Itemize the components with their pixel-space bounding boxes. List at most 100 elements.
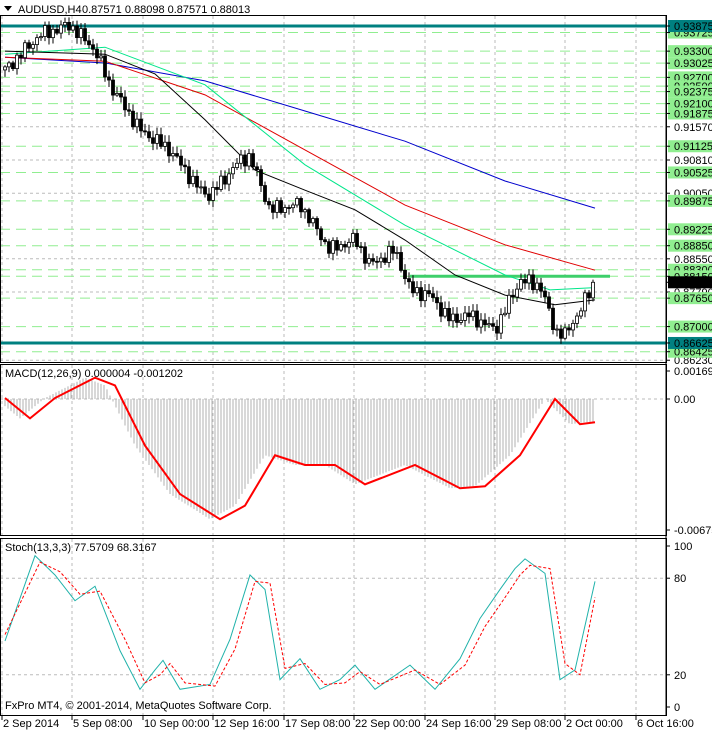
candle-body	[227, 173, 231, 185]
candle-body	[579, 310, 583, 317]
dropdown-arrow-icon[interactable]	[4, 6, 12, 11]
candle-body	[195, 175, 199, 188]
candle-body	[475, 310, 479, 328]
price-levels	[0, 24, 666, 353]
candle-body	[131, 110, 135, 128]
candle-body	[103, 55, 107, 78]
candle-body	[95, 48, 99, 59]
candle-body	[443, 308, 447, 317]
candle-body	[575, 315, 579, 324]
candle-body	[543, 290, 547, 298]
candle-body	[163, 141, 167, 147]
candle-body	[7, 62, 11, 68]
candle-body	[235, 162, 239, 168]
level-price-label: 0.93025	[674, 58, 712, 70]
candle-body	[43, 25, 47, 37]
candle-body	[55, 28, 59, 34]
candle-body	[223, 175, 227, 185]
candle-body	[291, 204, 295, 209]
moving-averages	[4, 46, 596, 306]
ma-black-line	[4, 50, 596, 306]
candle-body	[155, 134, 159, 144]
candle-body	[199, 186, 203, 189]
candle-body	[179, 155, 183, 166]
candle-body	[415, 287, 419, 294]
candle-body	[459, 319, 463, 323]
time-label: 2 Sep 2014	[3, 718, 59, 730]
candle-body	[587, 292, 591, 299]
candle-body	[439, 302, 443, 317]
candle-body	[407, 278, 411, 283]
candle-body	[563, 327, 567, 339]
candle-body	[527, 274, 531, 284]
candle-body	[511, 294, 515, 298]
candle-body	[139, 118, 143, 132]
symbol-label: AUDUSD,H4	[18, 4, 82, 16]
candle-body	[303, 209, 307, 213]
candle-body	[259, 169, 263, 186]
level-price-label: 0.91875	[674, 108, 712, 120]
candle-body	[219, 175, 223, 190]
candle-body	[115, 93, 119, 96]
candle-body	[339, 244, 343, 251]
level-price-label: 0.93300	[674, 46, 712, 58]
price-axis: 0.915700.908100.900500.885500.877900.862…	[665, 15, 712, 716]
time-label: 24 Sep 16:00	[426, 718, 491, 730]
ma-red-line	[4, 56, 596, 271]
candle-body	[83, 28, 87, 42]
major-level-price-label: 0.93875	[674, 21, 712, 33]
candle-body	[299, 198, 303, 213]
candle-body	[255, 166, 259, 171]
candle-body	[519, 279, 523, 290]
candle-body	[287, 207, 291, 209]
time-label: 2 Oct 00:00	[566, 718, 623, 730]
candle-body	[375, 260, 379, 263]
candle-body	[379, 257, 383, 263]
candle-body	[239, 154, 243, 164]
candle-body	[591, 281, 595, 299]
candle-body	[187, 166, 191, 185]
price-scale-label: 0.91570	[674, 122, 712, 134]
candle-body	[447, 308, 451, 322]
level-price-label: 0.91125	[674, 141, 712, 153]
candle-body	[547, 296, 551, 309]
candle-body	[495, 325, 499, 334]
candle-body	[99, 55, 103, 59]
candle-body	[403, 269, 407, 280]
level-price-label: 0.89225	[674, 224, 712, 236]
candle-body	[283, 207, 287, 213]
candle-body	[151, 137, 155, 144]
candle-body	[251, 153, 255, 168]
candle-body	[343, 244, 347, 248]
candle-body	[435, 297, 439, 304]
candle-body	[583, 292, 587, 312]
candle-body	[367, 258, 371, 264]
candle-body	[355, 233, 359, 247]
stoch-scale-label: 100	[674, 541, 692, 553]
main-panel-border	[0, 15, 667, 363]
candle-body	[507, 294, 511, 314]
ma-blue-line	[4, 56, 596, 209]
time-axis: 2 Sep 2014 5 Sep 08:00 10 Sep 00:00 12 Sep …	[1, 716, 694, 730]
time-label: 12 Sep 16:00	[214, 718, 279, 730]
candle-body	[323, 239, 327, 243]
macd-scale-label: 0.001699	[674, 366, 712, 378]
time-label: 29 Sep 08:00	[496, 718, 561, 730]
candle-body	[531, 274, 535, 291]
candle-body	[143, 130, 147, 133]
candle-body	[111, 79, 115, 96]
chart-canvas[interactable]: 0.915700.908100.900500.885500.877900.862…	[0, 0, 712, 732]
candle-body	[191, 175, 195, 185]
candle-body	[559, 328, 563, 339]
price-scale-label: 0.90810	[674, 155, 712, 167]
candle-body	[483, 319, 487, 326]
stoch-scale-label: 80	[674, 573, 686, 585]
candle-body	[383, 257, 387, 263]
candle-body	[59, 24, 63, 34]
candle-body	[167, 141, 171, 157]
candle-body	[23, 42, 27, 59]
candle-body	[431, 293, 435, 298]
candle-body	[451, 313, 455, 322]
candle-body	[515, 288, 519, 298]
candle-body	[423, 290, 427, 302]
